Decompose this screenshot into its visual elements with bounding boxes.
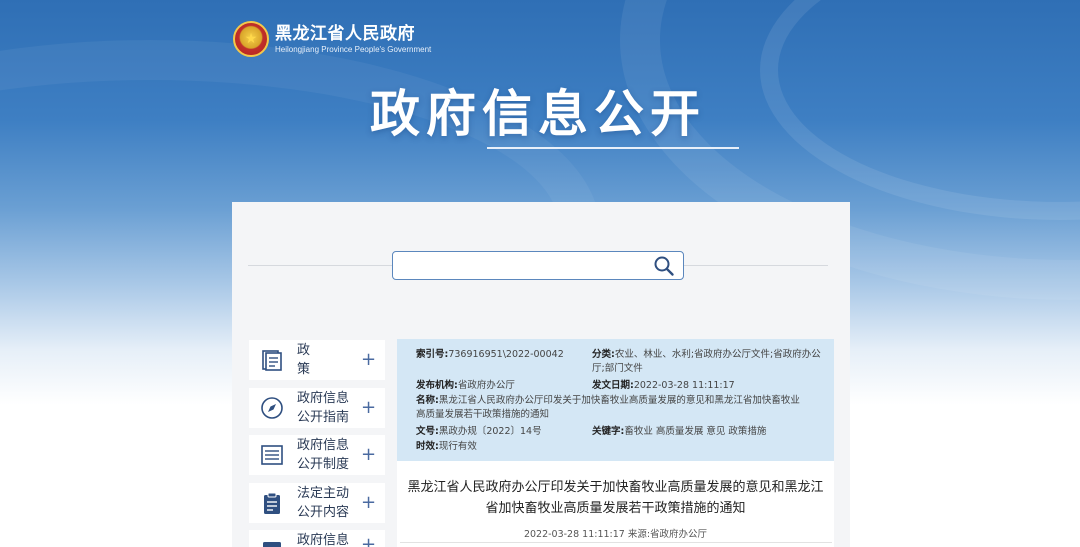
expand-icon[interactable]: + <box>361 399 376 417</box>
sidebar-item-label: 政府信息 <box>297 533 350 547</box>
meta-name: 名称:黑龙江省人民政府办公厅印发关于加快畜牧业高质量发展的意见和黑龙江省加快畜牧… <box>416 395 800 420</box>
document-metadata: 索引号:736916951\2022-00042 分类:农业、林业、水利;省政府… <box>397 339 834 461</box>
expand-icon[interactable]: + <box>361 446 376 464</box>
sidebar-item-label: 政府信息公开指南 <box>297 391 350 425</box>
document-title: 黑龙江省人民政府办公厅印发关于加快畜牧业高质量发展的意见和黑龙江 省加快畜牧业高… <box>407 480 824 516</box>
expand-icon[interactable]: + <box>361 536 376 547</box>
divider <box>400 542 832 543</box>
folder-icon <box>259 536 285 547</box>
meta-validity: 时效:现行有效 <box>416 441 477 452</box>
sidebar-item-system[interactable]: 政府信息公开制度 + <box>249 435 385 475</box>
sidebar-item-label: 政 策 <box>297 343 327 377</box>
sidebar-item-guide[interactable]: 政府信息公开指南 + <box>249 388 385 428</box>
search-input[interactable] <box>401 256 641 276</box>
meta-keywords: 关键字:畜牧业 高质量发展 意见 政策措施 <box>592 426 767 437</box>
divider <box>684 265 828 266</box>
site-name-en: Heilongjiang Province People's Governmen… <box>275 44 432 54</box>
sidebar-item-policy[interactable]: 政 策 + <box>249 340 385 380</box>
sidebar-item-label: 政府信息公开制度 <box>297 438 350 472</box>
meta-index: 索引号:736916951\2022-00042 <box>416 349 564 360</box>
sidebar-item-statutory-content[interactable]: 法定主动公开内容 + <box>249 483 385 523</box>
site-logo[interactable]: ★ 黑龙江省人民政府 Heilongjiang Province People'… <box>233 21 431 57</box>
meta-category: 分类:农业、林业、水利;省政府办公厅文件;省政府办公 厅;部门文件 <box>592 349 821 374</box>
document-date-source: 2022-03-28 11:11:17 来源:省政府办公厅 <box>523 529 708 540</box>
search-icon[interactable] <box>653 255 675 277</box>
meta-date: 发文日期:2022-03-28 11:11:17 <box>592 380 735 391</box>
divider <box>248 265 392 266</box>
sidebar-item-gov-info[interactable]: 政府信息 + <box>249 530 385 547</box>
policy-book-icon <box>259 347 285 373</box>
meta-docno: 文号:黑政办规〔2022〕14号 <box>416 426 542 437</box>
page-title: 政府信息公开 <box>370 85 706 143</box>
meta-issuer: 发布机构:省政府办公厅 <box>416 380 515 391</box>
national-emblem-icon: ★ <box>233 21 269 57</box>
expand-icon[interactable]: + <box>361 351 376 369</box>
expand-icon[interactable]: + <box>361 494 376 512</box>
clipboard-icon <box>259 490 285 516</box>
list-document-icon <box>259 442 285 468</box>
compass-icon <box>259 395 285 421</box>
title-underline <box>487 147 739 149</box>
site-name-cn: 黑龙江省人民政府 <box>275 23 415 44</box>
search-box <box>392 251 684 280</box>
sidebar-item-label: 法定主动公开内容 <box>297 486 350 520</box>
